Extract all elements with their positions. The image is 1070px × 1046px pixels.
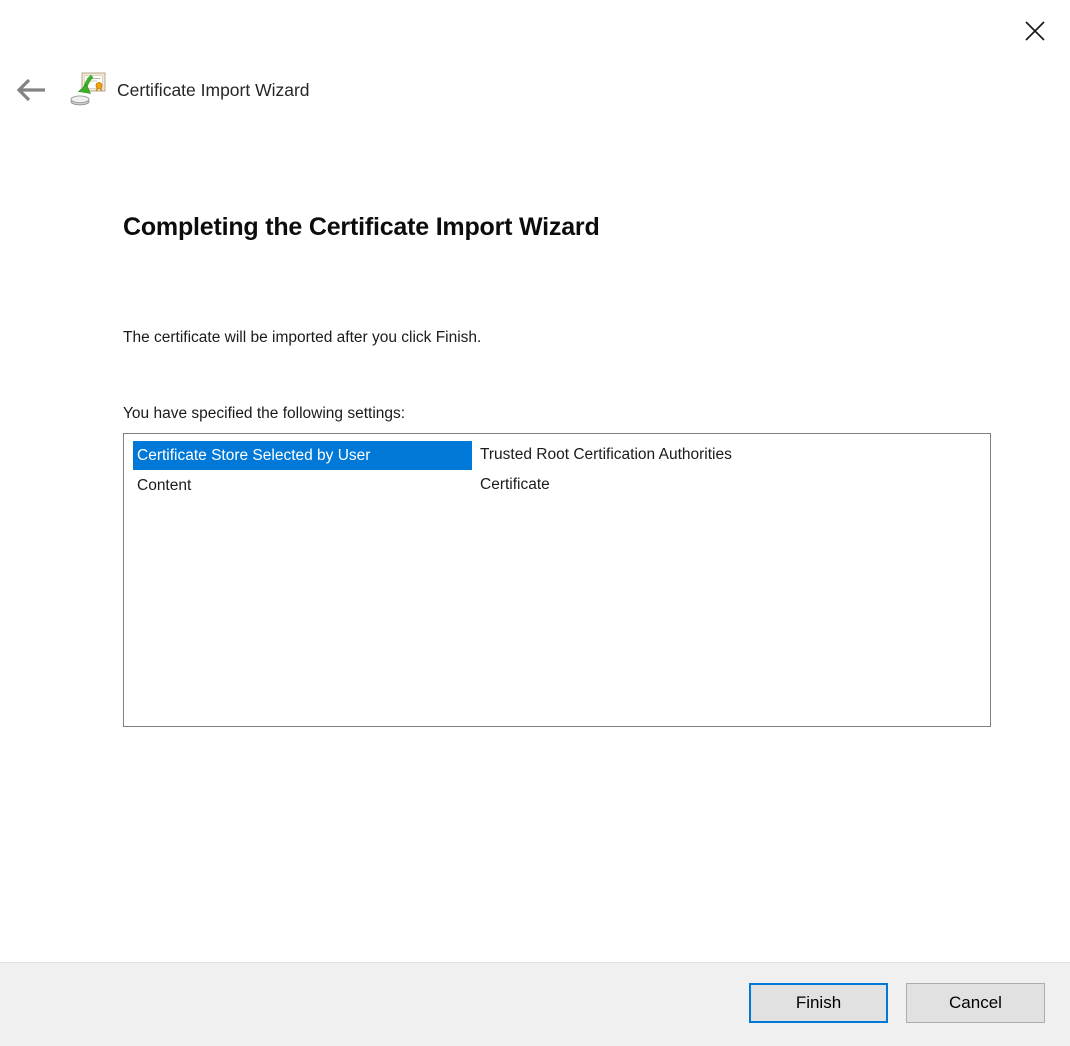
certificate-import-wizard-window: Certificate Import Wizard Completing the… [0,0,1070,1046]
footer-bar: Finish Cancel [0,962,1070,1046]
settings-row-content[interactable]: Content Certificate [133,470,990,500]
description-text: The certificate will be imported after y… [123,329,481,347]
setting-name-cell[interactable]: Content [133,470,472,500]
finish-button[interactable]: Finish [749,983,888,1023]
settings-label: You have specified the following setting… [123,405,405,423]
back-arrow-icon [15,77,47,103]
close-x-glyph [1023,19,1047,43]
cancel-button[interactable]: Cancel [906,983,1045,1023]
setting-value[interactable]: Certificate [480,476,550,494]
window-title: Certificate Import Wizard [117,80,310,101]
setting-name-cell[interactable]: Certificate Store Selected by User [133,440,472,470]
page-heading: Completing the Certificate Import Wizard [123,213,600,242]
setting-name-selected[interactable]: Certificate Store Selected by User [133,441,472,470]
setting-name[interactable]: Content [133,471,472,500]
certificate-import-icon [70,70,108,108]
close-icon[interactable] [1020,16,1050,46]
back-button[interactable] [14,76,48,104]
settings-listbox[interactable]: Certificate Store Selected by User Trust… [123,433,991,727]
settings-row-certificate-store[interactable]: Certificate Store Selected by User Trust… [133,440,990,470]
setting-value[interactable]: Trusted Root Certification Authorities [480,446,732,464]
